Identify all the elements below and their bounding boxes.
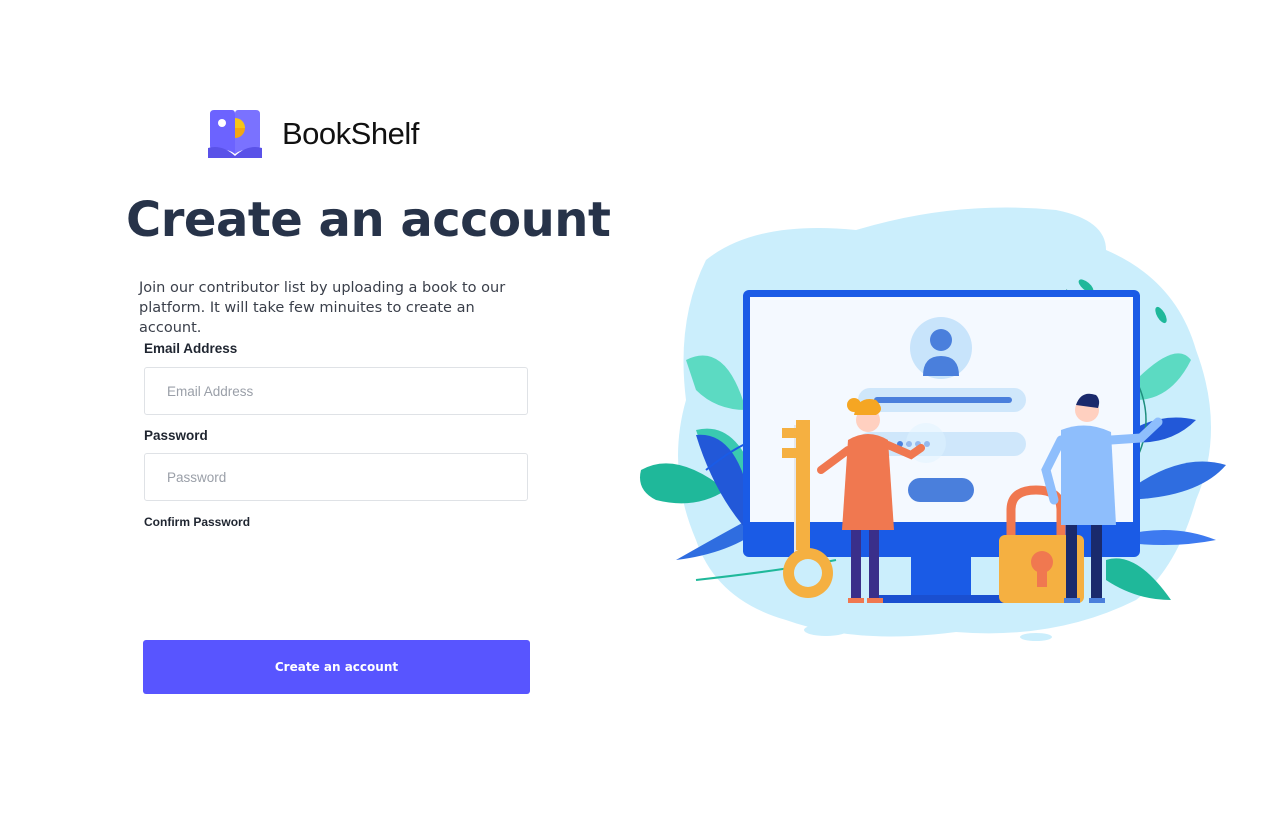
email-field[interactable]	[144, 367, 528, 415]
confirm-password-label: Confirm Password	[144, 515, 251, 529]
signup-illustration	[640, 207, 1226, 641]
email-label: Email Address	[144, 341, 238, 356]
page-subtitle: Join our contributor list by uploading a…	[139, 280, 506, 336]
brand-logo[interactable]: BookShelf	[208, 108, 419, 158]
page-title: Create an account	[126, 192, 611, 248]
book-logo-icon	[208, 110, 262, 158]
brand-name-bold: Book	[282, 115, 351, 151]
password-label: Password	[144, 428, 208, 443]
create-account-button[interactable]: Create an account	[143, 640, 530, 694]
password-field[interactable]	[144, 453, 528, 501]
signup-page: BookShelf Create an account Join our con…	[0, 0, 1280, 829]
brand-name-light: Shelf	[350, 115, 420, 151]
brand-name: BookShelf	[282, 118, 419, 149]
